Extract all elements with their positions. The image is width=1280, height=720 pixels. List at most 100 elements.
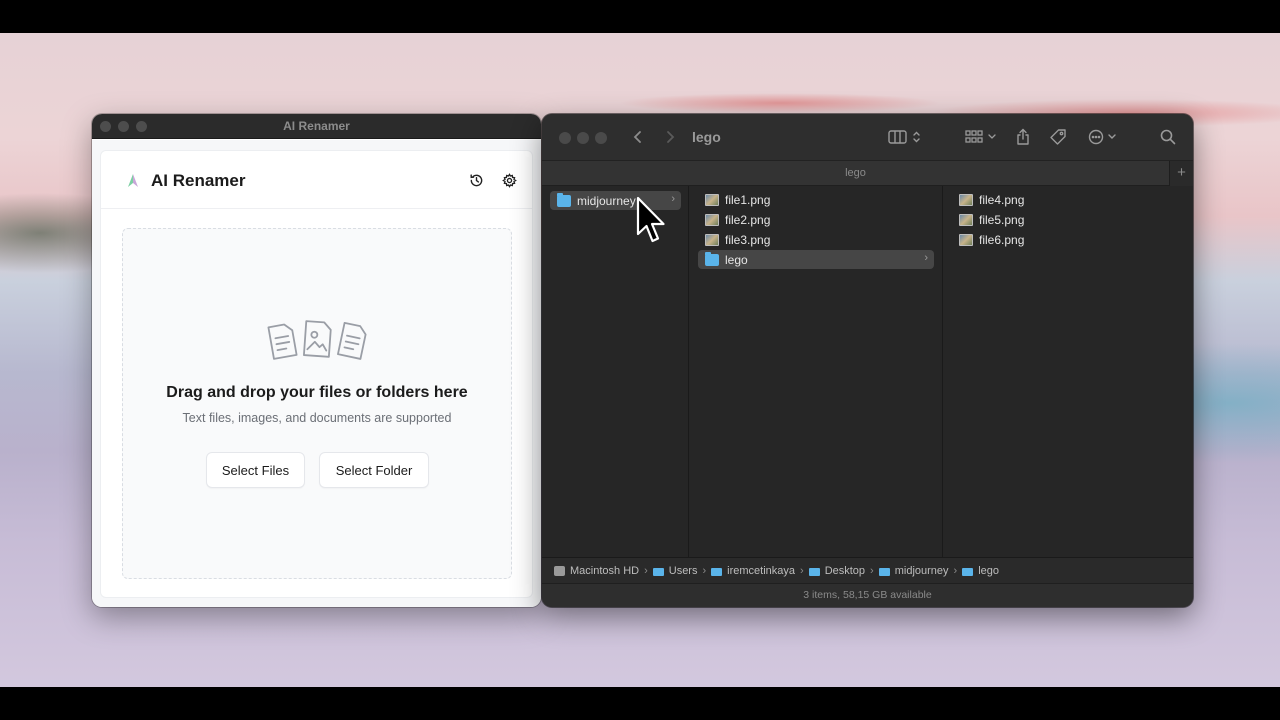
app-header: AI Renamer [101,151,532,209]
png-file-icon [959,193,973,206]
grid-group-icon [965,130,996,143]
path-label: iremcetinkaya [727,564,796,577]
item-name: file5.png [979,212,1025,227]
minimize-window-button[interactable] [577,132,589,144]
chevron-right-icon: › [671,193,675,205]
path-item-iremcetinkaya[interactable]: iremcetinkaya [711,565,795,577]
folder-icon [808,567,820,576]
path-item-lego[interactable]: lego [962,565,999,577]
png-file-icon [959,213,973,226]
item-name: file2.png [725,212,771,227]
list-item-file4[interactable]: file4.png [952,190,1185,209]
view-mode-button[interactable] [887,126,923,148]
forward-button[interactable] [660,126,680,148]
path-separator: › [644,564,648,577]
finder-column-2[interactable]: file1.png file2.png file3.png lego › [690,186,943,557]
ellipsis-circle-icon [1088,129,1116,145]
path-label: Macintosh HD [570,564,640,577]
path-separator: › [870,564,874,577]
file-dropzone[interactable]: Drag and drop your files or folders here… [122,228,512,579]
png-file-icon [705,213,719,226]
ai-renamer-card: AI Renamer Drag and drop your files or f… [100,150,533,598]
app-logo-icon [128,174,138,187]
document-icon [337,321,367,360]
back-button[interactable] [628,126,648,148]
item-name: lego [725,252,748,267]
tags-button[interactable] [1047,126,1069,148]
group-button[interactable] [963,126,999,148]
folder-icon [557,192,571,207]
list-item-file3[interactable]: file3.png [698,230,934,249]
search-button[interactable] [1157,126,1179,148]
window-title: AI Renamer [283,119,350,133]
path-item-midjourney[interactable]: midjourney [878,564,949,577]
new-tab-button[interactable]: + [1169,161,1193,186]
settings-button[interactable] [500,171,518,189]
image-file-icon [303,320,332,358]
path-bar: Macintosh HD › Users › iremcetinkaya › D… [542,557,1193,583]
folder-icon [705,251,719,266]
zoom-window-button[interactable] [595,132,607,144]
history-icon [469,173,482,186]
item-name: file3.png [725,232,771,247]
list-item-lego[interactable]: lego › [698,250,934,269]
hard-drive-icon [554,565,565,576]
tab-lego[interactable]: lego [542,167,1169,179]
finder-window-title: lego [692,129,721,145]
dropzone-illustration [267,320,367,360]
letterbox-top [0,0,1280,33]
select-files-button[interactable]: Select Files [206,452,305,488]
finder-tab-bar: lego + [542,160,1193,186]
ai-renamer-titlebar[interactable]: AI Renamer [92,114,541,139]
status-bar: 3 items, 58,15 GB available [542,583,1193,607]
select-folder-button[interactable]: Select Folder [319,452,429,488]
path-item-users[interactable]: Users [652,564,698,577]
path-label: midjourney [894,564,949,577]
finder-window: lego lego + midjourney › file1.png file2… [542,114,1193,607]
item-name: midjourney [577,193,636,208]
list-item-file2[interactable]: file2.png [698,210,934,229]
path-label: lego [978,564,999,577]
columns-view-icon [888,130,920,144]
list-item-file1[interactable]: file1.png [698,190,934,209]
path-item-macintosh-hd[interactable]: Macintosh HD [554,565,639,577]
finder-toolbar[interactable]: lego [542,114,1193,160]
share-icon [1017,128,1029,145]
list-item-file6[interactable]: file6.png [952,230,1185,249]
tag-icon [1050,129,1066,145]
chevron-right-icon [667,131,675,143]
png-file-icon [959,233,973,246]
folder-icon [962,567,974,576]
dropzone-title: Drag and drop your files or folders here [166,384,468,401]
png-file-icon [705,193,719,206]
app-title: AI Renamer [151,171,246,190]
gear-icon [501,172,517,188]
path-separator: › [702,564,707,577]
letterbox-bottom [0,687,1280,720]
mouse-cursor-icon [636,196,665,243]
search-icon [1160,129,1176,145]
more-actions-button[interactable] [1086,126,1120,148]
item-name: file6.png [979,232,1025,247]
document-icon [267,323,298,360]
folder-icon [878,567,890,576]
item-name: file4.png [979,192,1025,207]
finder-column-3[interactable]: file4.png file5.png file6.png [944,186,1193,557]
ai-renamer-window: AI Renamer AI Renamer Drag and drop your… [92,114,541,607]
close-window-button[interactable] [559,132,571,144]
path-item-desktop[interactable]: Desktop [808,564,866,577]
dropzone-subtitle: Text files, images, and documents are su… [182,411,452,425]
list-item-file5[interactable]: file5.png [952,210,1185,229]
path-separator: › [953,564,958,577]
folder-icon [652,567,664,576]
path-label: Desktop [824,564,866,577]
history-button[interactable] [467,171,485,189]
path-separator: › [800,564,804,577]
path-label: Users [668,564,698,577]
share-button[interactable] [1012,126,1034,148]
ai-renamer-body: AI Renamer Drag and drop your files or f… [92,140,541,607]
folder-icon [711,567,723,576]
chevron-left-icon [633,131,641,143]
item-name: file1.png [725,192,771,207]
chevron-right-icon: › [924,252,928,264]
